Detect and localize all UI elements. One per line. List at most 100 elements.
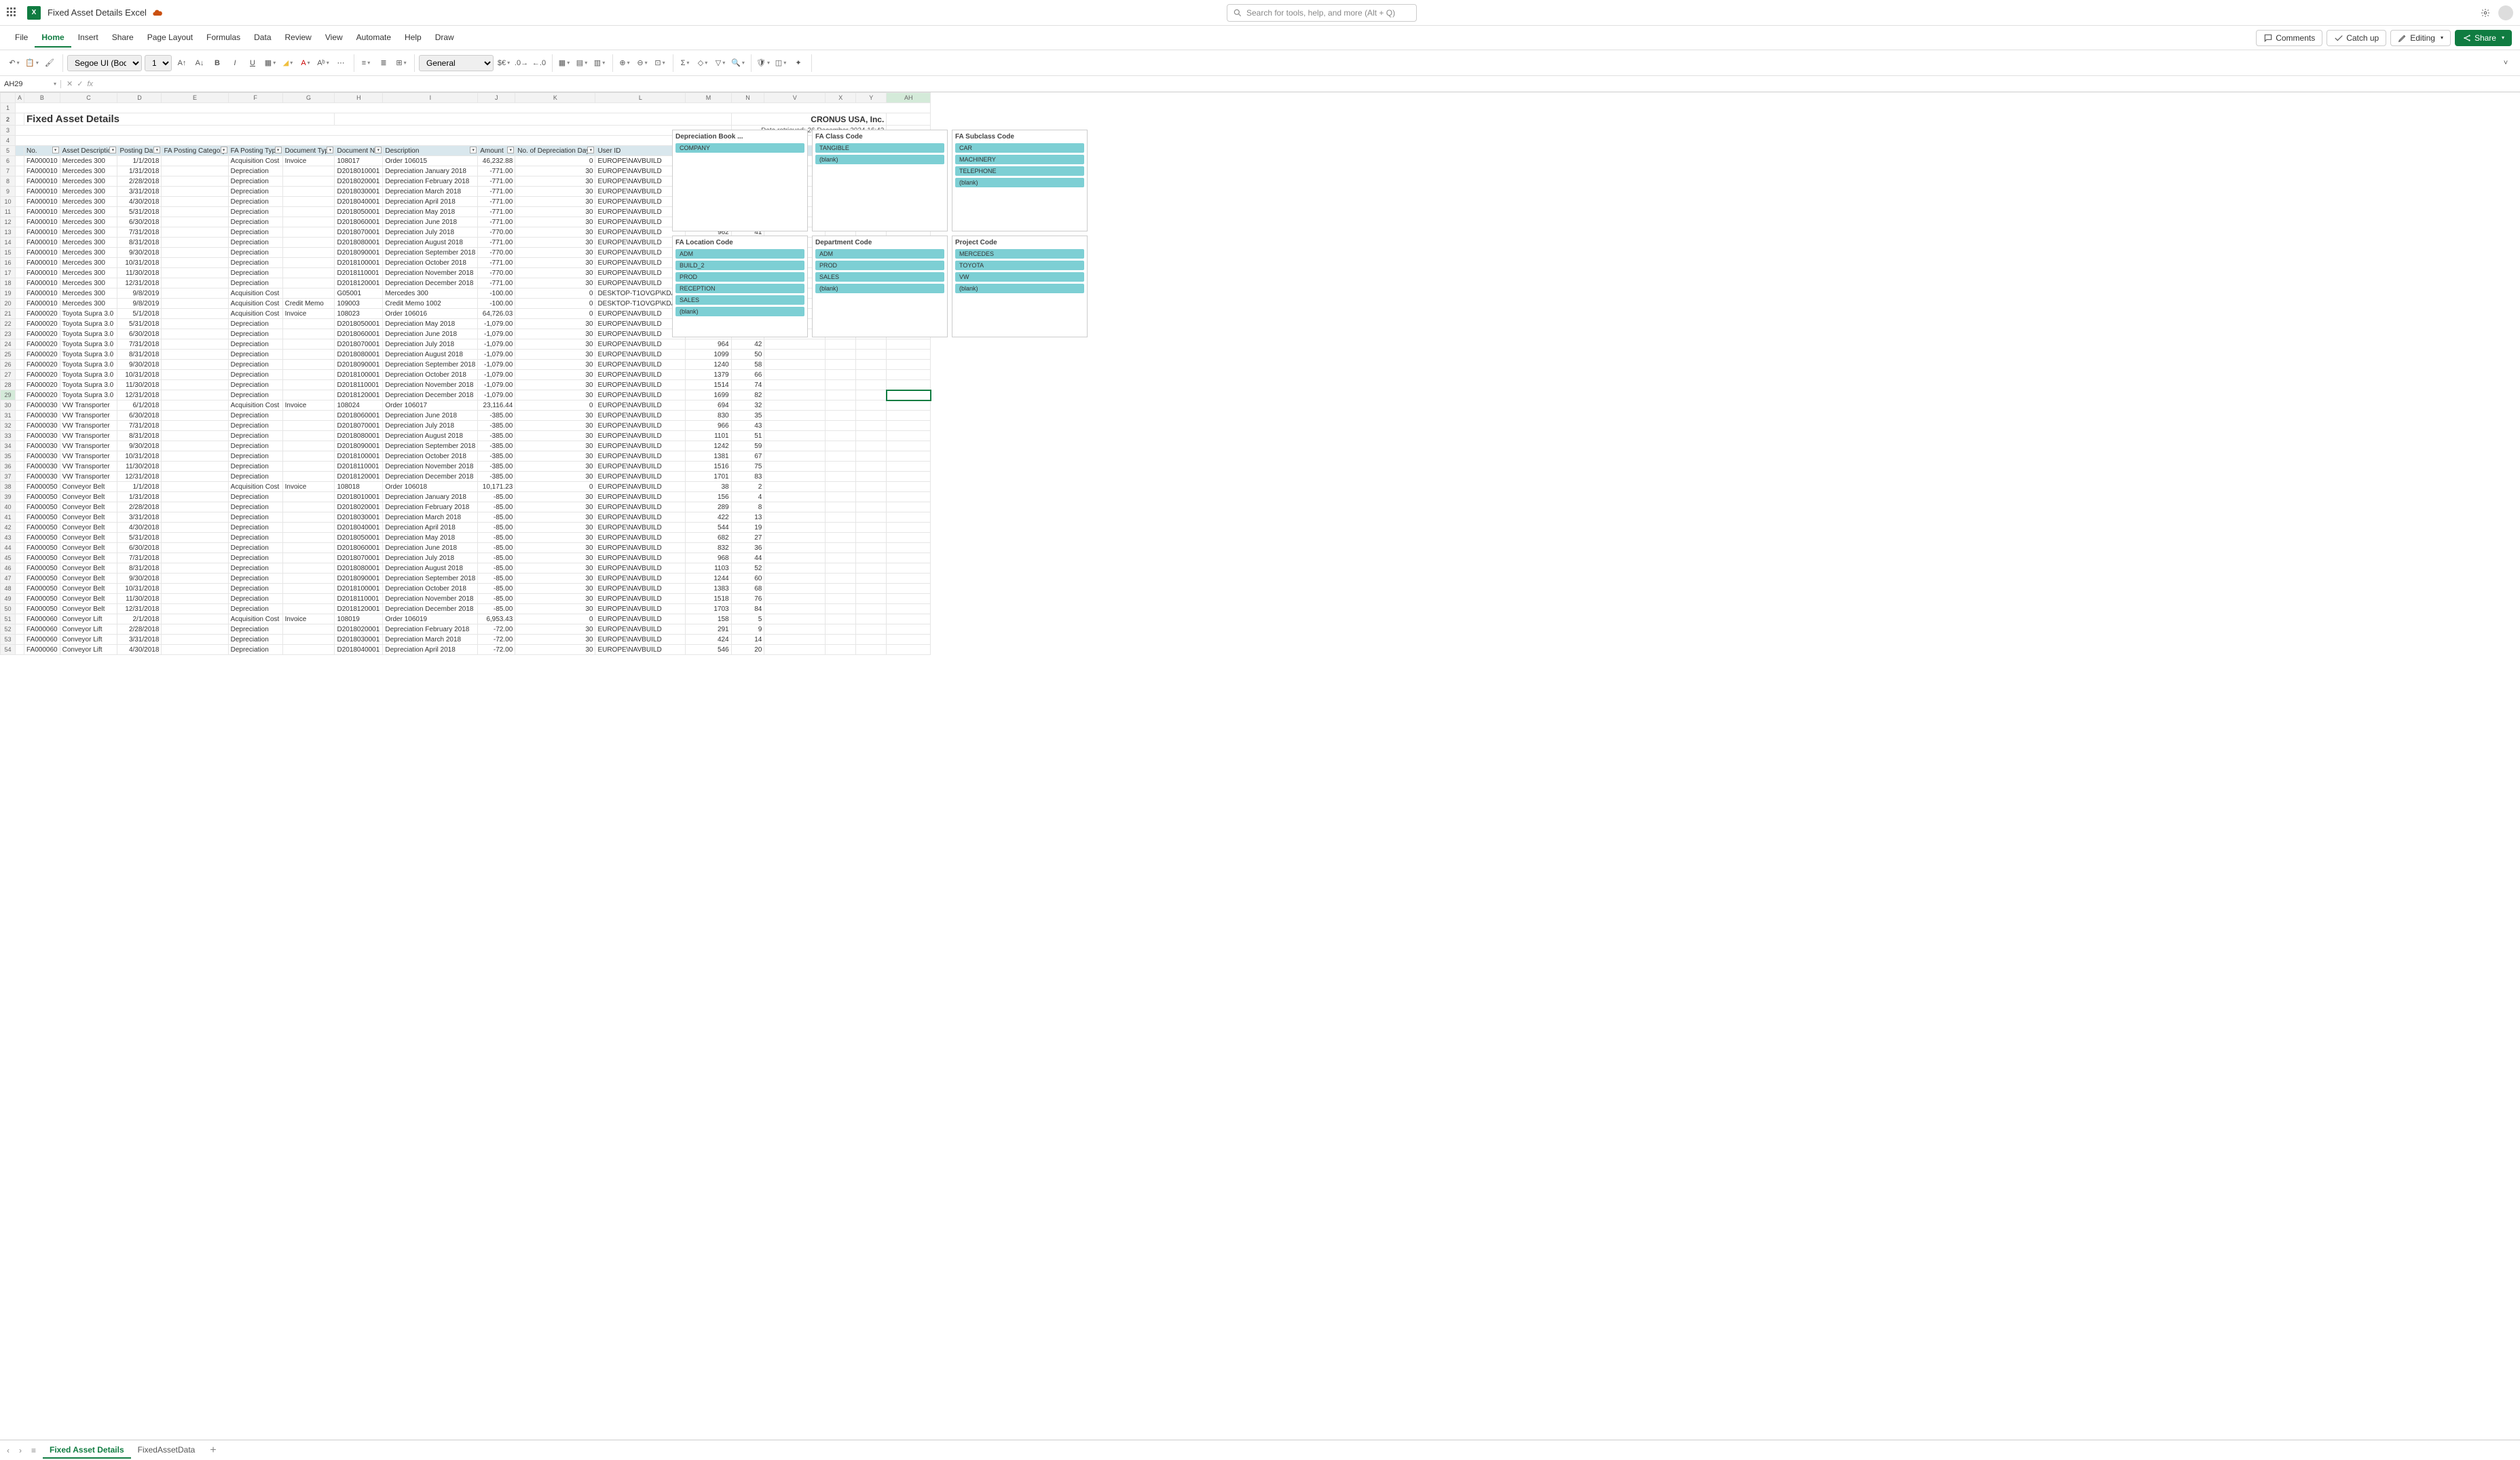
col-header[interactable]: E [162,93,228,103]
more-font-button[interactable]: Aᵇ [316,56,331,71]
clear-button[interactable]: ◇ [695,56,710,71]
table-row[interactable]: 28FA000020Toyota Supra 3.011/30/2018Depr… [1,380,931,390]
table-row[interactable]: 54FA000060Conveyor Lift4/30/2018Deprecia… [1,645,931,655]
table-row[interactable]: 43FA000050Conveyor Belt5/31/2018Deprecia… [1,533,931,543]
table-row[interactable]: 49FA000050Conveyor Belt11/30/2018Depreci… [1,594,931,604]
col-header[interactable]: I [383,93,478,103]
table-row[interactable]: 31FA000030VW Transporter6/30/2018Depreci… [1,411,931,421]
menu-tab-insert[interactable]: Insert [71,29,105,48]
table-header[interactable]: FA Posting Type▾ [228,146,282,156]
row-header[interactable]: 47 [1,574,16,584]
merge-button[interactable]: ⊞ [394,56,409,71]
slicer-item[interactable]: MERCEDES [955,249,1084,259]
conditional-format-button[interactable]: ▦ [557,56,572,71]
slicer-item[interactable]: ADM [815,249,944,259]
table-header[interactable]: No. of Depreciation Days▾ [515,146,595,156]
col-header[interactable] [1,93,16,103]
align-center-button[interactable]: ≣ [376,56,391,71]
row-header[interactable]: 17 [1,268,16,278]
row-header[interactable]: 38 [1,482,16,492]
comments-button[interactable]: Comments [2256,30,2322,46]
slicer-item[interactable]: TANGIBLE [815,143,944,153]
row-header[interactable]: 1 [1,103,16,113]
name-box[interactable]: AH29▾ [0,80,61,88]
col-header[interactable]: V [764,93,826,103]
row-header[interactable]: 3 [1,126,16,136]
col-header[interactable]: N [731,93,764,103]
table-row[interactable]: 46FA000050Conveyor Belt8/31/2018Deprecia… [1,563,931,574]
row-header[interactable]: 15 [1,248,16,258]
row-header[interactable]: 36 [1,462,16,472]
currency-button[interactable]: $€ [496,56,511,71]
row-header[interactable]: 37 [1,472,16,482]
slicer[interactable]: FA Class CodeTANGIBLE(blank) [812,130,948,231]
col-header[interactable]: K [515,93,595,103]
row-header[interactable]: 9 [1,187,16,197]
table-row[interactable]: 36FA000030VW Transporter11/30/2018Deprec… [1,462,931,472]
col-header[interactable]: Y [856,93,887,103]
row-header[interactable]: 29 [1,390,16,400]
sensitivity-button[interactable]: 🛡 [756,56,771,71]
table-row[interactable]: 32FA000030VW Transporter7/31/2018Depreci… [1,421,931,431]
add-sheet-button[interactable]: + [206,1444,220,1457]
table-row[interactable]: 42FA000050Conveyor Belt4/30/2018Deprecia… [1,523,931,533]
tab-list-button[interactable]: ≡ [29,1446,39,1455]
row-header[interactable]: 30 [1,400,16,411]
table-row[interactable]: 50FA000050Conveyor Belt12/31/2018Depreci… [1,604,931,614]
table-row[interactable]: 48FA000050Conveyor Belt10/31/2018Depreci… [1,584,931,594]
row-header[interactable]: 22 [1,319,16,329]
undo-button[interactable]: ↶ [7,56,22,71]
format-cells-button[interactable]: ⊡ [652,56,667,71]
tab-prev-button[interactable]: ‹ [4,1446,12,1455]
row-header[interactable]: 8 [1,176,16,187]
slicer-item[interactable]: RECEPTION [675,284,804,293]
table-row[interactable]: 44FA000050Conveyor Belt6/30/2018Deprecia… [1,543,931,553]
font-color-button[interactable]: A [298,56,313,71]
menu-tab-draw[interactable]: Draw [428,29,461,48]
table-row[interactable]: 40FA000050Conveyor Belt2/28/2018Deprecia… [1,502,931,512]
row-header[interactable]: 46 [1,563,16,574]
cell-styles-button[interactable]: ▥ [592,56,607,71]
row-header[interactable]: 20 [1,299,16,309]
table-header[interactable]: Amount▾ [478,146,515,156]
accept-formula-icon[interactable]: ✓ [77,79,83,88]
fx-icon[interactable]: fx [87,80,93,88]
row-header[interactable]: 39 [1,492,16,502]
row-header[interactable]: 34 [1,441,16,451]
table-header[interactable]: Posting Date▾ [117,146,162,156]
delete-cells-button[interactable]: ⊖ [635,56,650,71]
font-size-select[interactable]: 11 [145,55,172,71]
row-header[interactable]: 19 [1,288,16,299]
table-header[interactable]: Description▾ [383,146,478,156]
bold-button[interactable]: B [210,56,225,71]
row-header[interactable]: 10 [1,197,16,207]
table-row[interactable]: 27FA000020Toyota Supra 3.010/31/2018Depr… [1,370,931,380]
slicer-item[interactable]: PROD [815,261,944,270]
table-row[interactable]: 51FA000060Conveyor Lift2/1/2018Acquisiti… [1,614,931,624]
table-row[interactable]: 24FA000020Toyota Supra 3.07/31/2018Depre… [1,339,931,350]
row-header[interactable]: 35 [1,451,16,462]
col-header[interactable]: F [228,93,282,103]
copilot-button[interactable]: ✦ [791,56,806,71]
decrease-decimal-button[interactable]: ←.0 [532,56,546,71]
slicer-item[interactable]: MACHINERY [955,155,1084,164]
table-row[interactable]: 39FA000050Conveyor Belt1/31/2018Deprecia… [1,492,931,502]
row-header[interactable]: 21 [1,309,16,319]
cancel-formula-icon[interactable]: ✕ [67,79,73,88]
table-row[interactable]: 35FA000030VW Transporter10/31/2018Deprec… [1,451,931,462]
row-header[interactable]: 52 [1,624,16,635]
row-header[interactable]: 49 [1,594,16,604]
row-header[interactable]: 13 [1,227,16,238]
row-header[interactable]: 7 [1,166,16,176]
menu-tab-home[interactable]: Home [35,29,71,48]
slicer-item[interactable]: PROD [675,272,804,282]
row-header[interactable]: 25 [1,350,16,360]
sheet-tab[interactable]: FixedAssetData [131,1442,202,1459]
slicer-item[interactable]: SALES [815,272,944,282]
row-header[interactable]: 11 [1,207,16,217]
row-header[interactable]: 41 [1,512,16,523]
slicer[interactable]: FA Subclass CodeCARMACHINERYTELEPHONE(bl… [952,130,1088,231]
table-row[interactable]: 53FA000060Conveyor Lift3/31/2018Deprecia… [1,635,931,645]
format-painter-button[interactable]: 🖌 [42,56,57,71]
decrease-font-button[interactable]: A↓ [192,56,207,71]
